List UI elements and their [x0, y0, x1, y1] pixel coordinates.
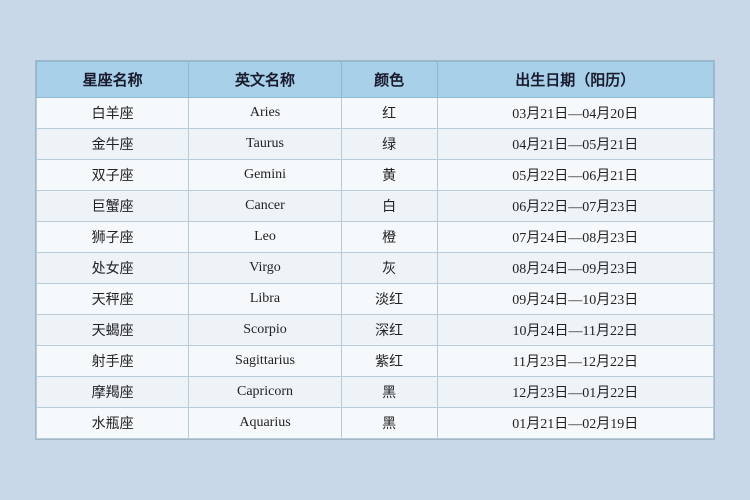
col-header-en: 英文名称	[189, 62, 341, 98]
cell-zh: 天秤座	[37, 284, 189, 315]
col-header-color: 颜色	[341, 62, 437, 98]
cell-color: 黑	[341, 377, 437, 408]
cell-color: 红	[341, 98, 437, 129]
table-header-row: 星座名称 英文名称 颜色 出生日期（阳历）	[37, 62, 714, 98]
cell-en: Scorpio	[189, 315, 341, 346]
cell-dates: 10月24日—11月22日	[437, 315, 713, 346]
cell-en: Aquarius	[189, 408, 341, 439]
cell-zh: 射手座	[37, 346, 189, 377]
cell-dates: 03月21日—04月20日	[437, 98, 713, 129]
table-row: 白羊座Aries红03月21日—04月20日	[37, 98, 714, 129]
cell-dates: 11月23日—12月22日	[437, 346, 713, 377]
cell-dates: 06月22日—07月23日	[437, 191, 713, 222]
table-row: 天蝎座Scorpio深红10月24日—11月22日	[37, 315, 714, 346]
cell-en: Cancer	[189, 191, 341, 222]
cell-en: Libra	[189, 284, 341, 315]
cell-zh: 天蝎座	[37, 315, 189, 346]
table-row: 天秤座Libra淡红09月24日—10月23日	[37, 284, 714, 315]
cell-dates: 09月24日—10月23日	[437, 284, 713, 315]
cell-zh: 巨蟹座	[37, 191, 189, 222]
cell-dates: 08月24日—09月23日	[437, 253, 713, 284]
cell-zh: 处女座	[37, 253, 189, 284]
table-row: 水瓶座Aquarius黑01月21日—02月19日	[37, 408, 714, 439]
table-row: 摩羯座Capricorn黑12月23日—01月22日	[37, 377, 714, 408]
cell-en: Leo	[189, 222, 341, 253]
cell-zh: 狮子座	[37, 222, 189, 253]
cell-dates: 01月21日—02月19日	[437, 408, 713, 439]
col-header-zh: 星座名称	[37, 62, 189, 98]
cell-color: 黄	[341, 160, 437, 191]
table-row: 双子座Gemini黄05月22日—06月21日	[37, 160, 714, 191]
cell-en: Sagittarius	[189, 346, 341, 377]
cell-en: Taurus	[189, 129, 341, 160]
cell-dates: 07月24日—08月23日	[437, 222, 713, 253]
zodiac-table-container: 星座名称 英文名称 颜色 出生日期（阳历） 白羊座Aries红03月21日—04…	[35, 60, 715, 440]
cell-dates: 12月23日—01月22日	[437, 377, 713, 408]
cell-dates: 04月21日—05月21日	[437, 129, 713, 160]
cell-color: 深红	[341, 315, 437, 346]
cell-zh: 水瓶座	[37, 408, 189, 439]
cell-color: 黑	[341, 408, 437, 439]
cell-zh: 摩羯座	[37, 377, 189, 408]
cell-color: 白	[341, 191, 437, 222]
cell-color: 灰	[341, 253, 437, 284]
zodiac-table: 星座名称 英文名称 颜色 出生日期（阳历） 白羊座Aries红03月21日—04…	[36, 61, 714, 439]
cell-en: Virgo	[189, 253, 341, 284]
table-row: 金牛座Taurus绿04月21日—05月21日	[37, 129, 714, 160]
col-header-dates: 出生日期（阳历）	[437, 62, 713, 98]
table-row: 巨蟹座Cancer白06月22日—07月23日	[37, 191, 714, 222]
cell-en: Capricorn	[189, 377, 341, 408]
cell-en: Aries	[189, 98, 341, 129]
cell-color: 紫红	[341, 346, 437, 377]
cell-en: Gemini	[189, 160, 341, 191]
cell-color: 橙	[341, 222, 437, 253]
table-row: 射手座Sagittarius紫红11月23日—12月22日	[37, 346, 714, 377]
cell-zh: 金牛座	[37, 129, 189, 160]
cell-zh: 白羊座	[37, 98, 189, 129]
cell-color: 绿	[341, 129, 437, 160]
cell-dates: 05月22日—06月21日	[437, 160, 713, 191]
table-row: 处女座Virgo灰08月24日—09月23日	[37, 253, 714, 284]
cell-color: 淡红	[341, 284, 437, 315]
cell-zh: 双子座	[37, 160, 189, 191]
table-row: 狮子座Leo橙07月24日—08月23日	[37, 222, 714, 253]
